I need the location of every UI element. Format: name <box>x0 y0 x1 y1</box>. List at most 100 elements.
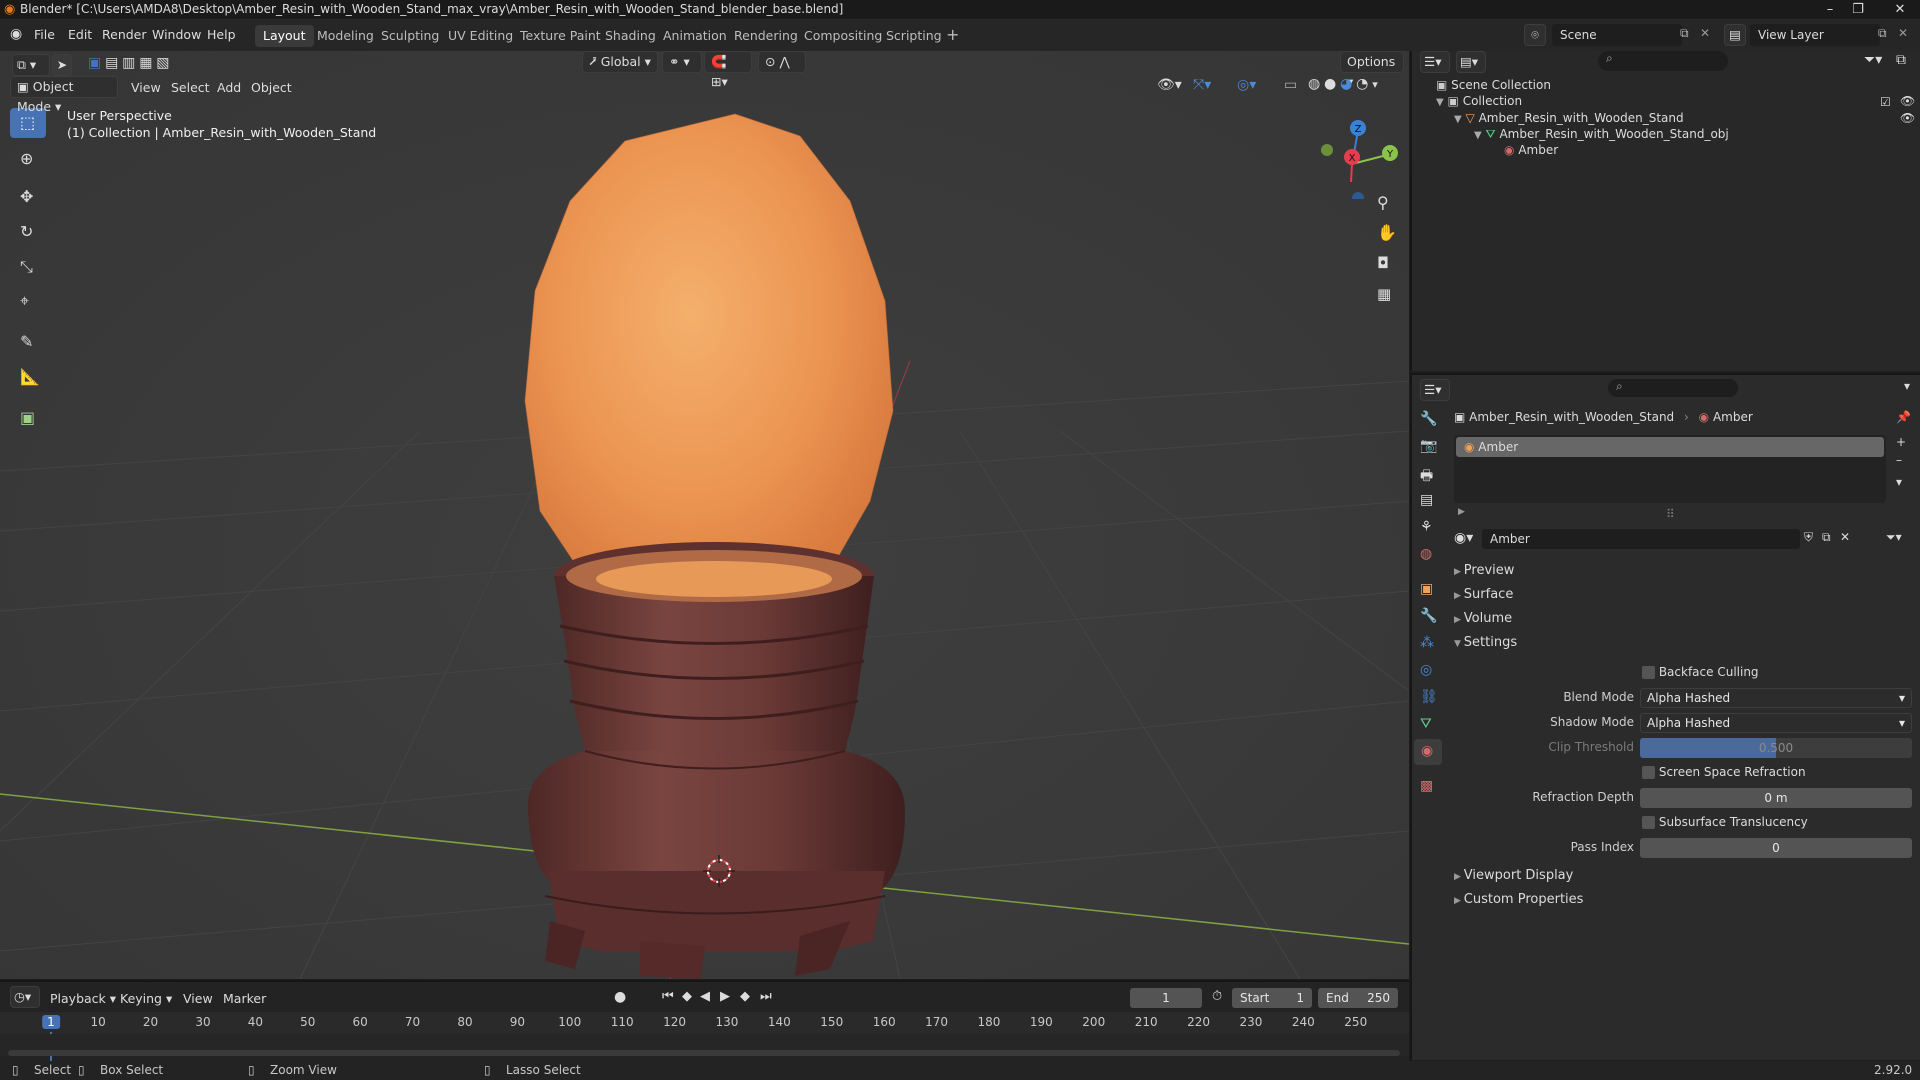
pass-index-field[interactable]: 0 <box>1640 838 1912 858</box>
section-custom-properties[interactable]: ▶ Custom Properties <box>1454 892 1583 907</box>
new-collection-icon[interactable]: ⧉ <box>1896 52 1906 68</box>
ortho-grid-icon[interactable]: ▦ <box>1377 285 1391 303</box>
navigation-gizmo[interactable]: Z Y X <box>1310 109 1400 199</box>
rendered-shading-icon[interactable]: ◔ <box>1356 76 1368 92</box>
xray-toggle-icon[interactable]: ▭ <box>1284 77 1297 93</box>
section-settings[interactable]: ▼ Settings <box>1454 635 1517 650</box>
collection-exclude-checkbox[interactable]: ☑ <box>1880 95 1891 109</box>
jump-end-icon[interactable]: ⏭ <box>760 989 772 1004</box>
tab-texture-paint[interactable]: Texture Paint <box>512 25 609 47</box>
selection-modes[interactable]: ▣ ▤ ▥ ▦ ▧ <box>88 55 184 75</box>
material-tab[interactable]: ◉ <box>1414 739 1442 765</box>
measure-tool[interactable]: 📐 <box>10 362 46 392</box>
add-slot-icon[interactable]: + <box>1896 435 1906 449</box>
scale-tool[interactable]: ⤡ <box>10 252 46 282</box>
timeline-menu-view[interactable]: View <box>183 991 213 1006</box>
tab-shading[interactable]: Shading <box>597 25 664 47</box>
timeline-menu-keying[interactable]: Keying ▾ <box>120 991 172 1006</box>
filter-icon[interactable]: ⏷▾ <box>1864 52 1882 68</box>
pin-icon[interactable]: 📌 <box>1896 410 1911 424</box>
cursor-tool[interactable]: ⊕ <box>10 144 46 174</box>
scene-tab-icon[interactable]: ⚘ <box>1420 519 1433 535</box>
properties-search-input[interactable]: ⌕ <box>1608 379 1738 397</box>
view-layer-tab-icon[interactable]: ▤ <box>1420 492 1433 508</box>
physics-tab-icon[interactable]: ◎ <box>1420 662 1432 678</box>
viewport-menu-add[interactable]: Add <box>217 80 241 95</box>
end-frame-field[interactable]: End 250 <box>1318 988 1398 1008</box>
slot-expand-icon[interactable]: ▶ <box>1458 507 1465 517</box>
amber-resin-object[interactable] <box>524 113 894 617</box>
select-subtract-icon[interactable]: ▥ <box>122 55 135 71</box>
collection-expand-icon[interactable]: ▼ <box>1436 97 1444 108</box>
delete-scene-icon[interactable]: ✕ <box>1700 26 1710 40</box>
select-invert-icon[interactable]: ▦ <box>139 55 152 71</box>
backface-culling-checkbox[interactable] <box>1642 666 1655 679</box>
annotate-tool[interactable]: ✎ <box>10 327 46 357</box>
shadow-mode-dropdown[interactable]: Alpha Hashed ▾ <box>1640 713 1912 733</box>
camera-view-icon[interactable]: ◘ <box>1377 254 1389 272</box>
timeline-scrollbar[interactable] <box>8 1050 1400 1056</box>
browse-material-icon[interactable]: ◉▾ <box>1454 530 1473 546</box>
material-name-field[interactable]: Amber <box>1482 529 1800 549</box>
particles-tab-icon[interactable]: ⁂ <box>1420 635 1434 651</box>
wooden-stand-object[interactable] <box>527 542 905 979</box>
material-slot-item[interactable]: ◉ Amber <box>1456 437 1884 457</box>
refraction-depth-field[interactable]: 0 m <box>1640 788 1912 808</box>
blender-menu-icon[interactable]: ◉ <box>10 26 22 42</box>
gizmo-neg-z-axis[interactable] <box>1352 192 1364 199</box>
clip-threshold-slider[interactable]: 0.500 <box>1640 738 1912 758</box>
gizmo-neg-y-axis[interactable] <box>1321 144 1333 156</box>
properties-options-icon[interactable]: ▾ <box>1904 379 1910 393</box>
solid-shading-icon[interactable]: ● <box>1324 76 1336 92</box>
viewport-menu-object[interactable]: Object <box>251 80 292 95</box>
timeline-menu-marker[interactable]: Marker <box>223 991 266 1006</box>
screen-space-refraction-checkbox[interactable] <box>1642 766 1655 779</box>
editor-type-icon[interactable]: ⧉ ▾ <box>12 54 50 76</box>
tool-tab-icon[interactable]: 🔧 <box>1420 411 1437 427</box>
add-cube-tool[interactable]: ▣ <box>10 403 46 433</box>
shading-options-icon[interactable]: ▾ <box>1372 78 1378 91</box>
properties-editor-type-icon[interactable]: ☰▾ <box>1420 379 1450 401</box>
overlays-toggle-icon[interactable]: ◎▾ <box>1237 77 1256 93</box>
tab-sculpting[interactable]: Sculpting <box>373 25 447 47</box>
node-link-icon[interactable]: ⏷▾ <box>1886 530 1902 545</box>
close-icon[interactable]: ✕ <box>1880 0 1920 20</box>
mesh-expand-icon[interactable]: ▼ <box>1474 130 1482 141</box>
section-preview[interactable]: ▶ Preview <box>1454 563 1514 578</box>
new-view-layer-icon[interactable]: ⧉ <box>1878 26 1887 41</box>
texture-tab-icon[interactable]: ▩ <box>1420 778 1433 794</box>
timeline-editor-type-icon[interactable]: ◷▾ <box>10 986 40 1008</box>
stopwatch-icon[interactable]: ⏱ <box>1212 989 1222 1004</box>
add-workspace-icon[interactable]: + <box>946 25 959 44</box>
scene-selector-icon[interactable]: ⌾ <box>1524 24 1546 46</box>
world-tab-icon[interactable]: ◍ <box>1420 546 1432 562</box>
3d-viewport[interactable]: User Perspective (1) Collection | Amber_… <box>0 51 1409 979</box>
screen-space-refraction-toggle[interactable]: Screen Space Refraction <box>1642 765 1806 779</box>
subsurface-translucency-toggle[interactable]: Subsurface Translucency <box>1642 815 1808 829</box>
tab-compositing[interactable]: Compositing <box>796 25 890 47</box>
view-layer-selector-icon[interactable]: ▤ <box>1724 24 1746 46</box>
delete-view-layer-icon[interactable]: ✕ <box>1898 26 1908 40</box>
menu-render[interactable]: Render <box>102 27 147 42</box>
tab-modeling[interactable]: Modeling <box>309 25 382 47</box>
shading-modes[interactable]: ◍ ● ◕ ◔ ▾ <box>1308 76 1396 96</box>
record-icon[interactable]: ● <box>614 989 626 1005</box>
scene-field[interactable]: Scene <box>1552 24 1682 46</box>
new-scene-icon[interactable]: ⧉ <box>1680 26 1689 41</box>
play-icon[interactable]: ▶ <box>720 989 730 1004</box>
modifier-tab-icon[interactable]: 🔧 <box>1420 608 1437 624</box>
zoom-icon[interactable]: ⚲ <box>1377 193 1389 212</box>
gizmo-toggle-icon[interactable]: ⤧▾ <box>1193 77 1211 93</box>
collection-visibility-icon[interactable]: 👁 <box>1900 94 1915 108</box>
restore-icon[interactable]: ❐ <box>1844 0 1872 20</box>
viewport-menu-view[interactable]: View <box>131 80 161 95</box>
fake-user-icon[interactable]: ⛨ <box>1804 530 1813 545</box>
outliner-search-input[interactable]: ⌕ <box>1598 51 1728 71</box>
duplicate-material-icon[interactable]: ⧉ <box>1822 530 1831 545</box>
start-frame-field[interactable]: Start 1 <box>1232 988 1312 1008</box>
next-keyframe-icon[interactable]: ◆ <box>740 989 750 1004</box>
menu-edit[interactable]: Edit <box>68 27 92 42</box>
display-mode-icon[interactable]: ▤▾ <box>1456 51 1486 73</box>
wireframe-shading-icon[interactable]: ◍ <box>1308 76 1320 92</box>
pivot-point-dropdown[interactable]: ⚭ ▾ <box>662 51 702 73</box>
